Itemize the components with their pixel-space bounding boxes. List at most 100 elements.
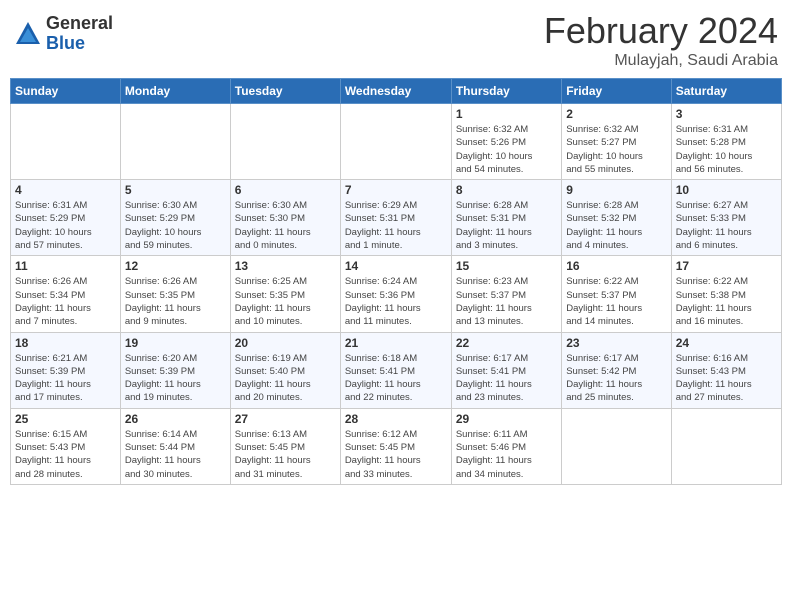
calendar-cell: 6 Sunrise: 6:30 AM Sunset: 5:30 PM Daylig… bbox=[230, 180, 340, 256]
day-number: 22 bbox=[456, 336, 557, 350]
calendar-cell: 18Sunrise: 6:21 AM Sunset: 5:39 PM Dayli… bbox=[11, 332, 121, 408]
calendar-cell: 9 Sunrise: 6:28 AM Sunset: 5:32 PM Daylig… bbox=[562, 180, 671, 256]
calendar-week-row: 11 Sunrise: 6:26 AM Sunset: 5:34 PM Dayli… bbox=[11, 256, 782, 332]
logo-icon bbox=[14, 20, 42, 48]
weekday-header-tuesday: Tuesday bbox=[230, 79, 340, 104]
calendar-cell: 12 Sunrise: 6:26 AM Sunset: 5:35 PM Dayli… bbox=[120, 256, 230, 332]
calendar-cell: 8 Sunrise: 6:28 AM Sunset: 5:31 PM Daylig… bbox=[451, 180, 561, 256]
day-number: 29 bbox=[456, 412, 557, 426]
day-number: 8 bbox=[456, 183, 557, 197]
day-info: Sunrise: 6:26 AM Sunset: 5:34 PM Dayligh… bbox=[15, 275, 116, 328]
calendar-cell: 19 Sunrise: 6:20 AM Sunset: 5:39 PM Dayli… bbox=[120, 332, 230, 408]
day-number: 20 bbox=[235, 336, 336, 350]
calendar-week-row: 25 Sunrise: 6:15 AM Sunset: 5:43 PM Dayli… bbox=[11, 408, 782, 484]
day-info: Sunrise: 6:21 AM Sunset: 5:39 PM Dayligh… bbox=[15, 352, 116, 405]
calendar-cell: 23 Sunrise: 6:17 AM Sunset: 5:42 PM Dayli… bbox=[562, 332, 671, 408]
day-info: Sunrise: 6:24 AM Sunset: 5:36 PM Dayligh… bbox=[345, 275, 447, 328]
day-number: 27 bbox=[235, 412, 336, 426]
calendar-cell: 21 Sunrise: 6:18 AM Sunset: 5:41 PM Dayli… bbox=[340, 332, 451, 408]
calendar-cell: 17 Sunrise: 6:22 AM Sunset: 5:38 PM Dayli… bbox=[671, 256, 781, 332]
weekday-header-thursday: Thursday bbox=[451, 79, 561, 104]
logo-general: General bbox=[46, 14, 113, 34]
day-info: Sunrise: 6:22 AM Sunset: 5:38 PM Dayligh… bbox=[676, 275, 777, 328]
day-info: Sunrise: 6:17 AM Sunset: 5:41 PM Dayligh… bbox=[456, 352, 557, 405]
day-info: Sunrise: 6:16 AM Sunset: 5:43 PM Dayligh… bbox=[676, 352, 777, 405]
day-info: Sunrise: 6:14 AM Sunset: 5:44 PM Dayligh… bbox=[125, 428, 226, 481]
day-info: Sunrise: 6:26 AM Sunset: 5:35 PM Dayligh… bbox=[125, 275, 226, 328]
day-number: 16 bbox=[566, 259, 666, 273]
day-number: 11 bbox=[15, 259, 116, 273]
day-info: Sunrise: 6:28 AM Sunset: 5:32 PM Dayligh… bbox=[566, 199, 666, 252]
title-block: February 2024 Mulayjah, Saudi Arabia bbox=[544, 10, 778, 70]
calendar-cell: 16 Sunrise: 6:22 AM Sunset: 5:37 PM Dayli… bbox=[562, 256, 671, 332]
day-number: 19 bbox=[125, 336, 226, 350]
calendar-cell bbox=[11, 104, 121, 180]
weekday-header-friday: Friday bbox=[562, 79, 671, 104]
day-info: Sunrise: 6:30 AM Sunset: 5:29 PM Dayligh… bbox=[125, 199, 226, 252]
day-number: 9 bbox=[566, 183, 666, 197]
day-info: Sunrise: 6:22 AM Sunset: 5:37 PM Dayligh… bbox=[566, 275, 666, 328]
calendar-cell: 26 Sunrise: 6:14 AM Sunset: 5:44 PM Dayli… bbox=[120, 408, 230, 484]
calendar-week-row: 4 Sunrise: 6:31 AM Sunset: 5:29 PM Daylig… bbox=[11, 180, 782, 256]
calendar-cell: 27 Sunrise: 6:13 AM Sunset: 5:45 PM Dayli… bbox=[230, 408, 340, 484]
day-number: 12 bbox=[125, 259, 226, 273]
calendar-cell: 29 Sunrise: 6:11 AM Sunset: 5:46 PM Dayli… bbox=[451, 408, 561, 484]
weekday-header-monday: Monday bbox=[120, 79, 230, 104]
day-number: 23 bbox=[566, 336, 666, 350]
day-number: 5 bbox=[125, 183, 226, 197]
day-number: 21 bbox=[345, 336, 447, 350]
calendar-cell: 20 Sunrise: 6:19 AM Sunset: 5:40 PM Dayli… bbox=[230, 332, 340, 408]
calendar-cell bbox=[671, 408, 781, 484]
day-info: Sunrise: 6:13 AM Sunset: 5:45 PM Dayligh… bbox=[235, 428, 336, 481]
calendar-cell: 4 Sunrise: 6:31 AM Sunset: 5:29 PM Daylig… bbox=[11, 180, 121, 256]
day-info: Sunrise: 6:29 AM Sunset: 5:31 PM Dayligh… bbox=[345, 199, 447, 252]
day-number: 25 bbox=[15, 412, 116, 426]
day-number: 26 bbox=[125, 412, 226, 426]
day-info: Sunrise: 6:25 AM Sunset: 5:35 PM Dayligh… bbox=[235, 275, 336, 328]
day-number: 17 bbox=[676, 259, 777, 273]
calendar-table: SundayMondayTuesdayWednesdayThursdayFrid… bbox=[10, 78, 782, 485]
day-info: Sunrise: 6:19 AM Sunset: 5:40 PM Dayligh… bbox=[235, 352, 336, 405]
calendar-cell: 14Sunrise: 6:24 AM Sunset: 5:36 PM Dayli… bbox=[340, 256, 451, 332]
calendar-cell: 1Sunrise: 6:32 AM Sunset: 5:26 PM Daylig… bbox=[451, 104, 561, 180]
calendar-cell bbox=[340, 104, 451, 180]
calendar-week-row: 1Sunrise: 6:32 AM Sunset: 5:26 PM Daylig… bbox=[11, 104, 782, 180]
day-info: Sunrise: 6:17 AM Sunset: 5:42 PM Dayligh… bbox=[566, 352, 666, 405]
day-info: Sunrise: 6:11 AM Sunset: 5:46 PM Dayligh… bbox=[456, 428, 557, 481]
day-number: 24 bbox=[676, 336, 777, 350]
calendar-cell bbox=[562, 408, 671, 484]
day-info: Sunrise: 6:20 AM Sunset: 5:39 PM Dayligh… bbox=[125, 352, 226, 405]
day-info: Sunrise: 6:31 AM Sunset: 5:29 PM Dayligh… bbox=[15, 199, 116, 252]
day-info: Sunrise: 6:15 AM Sunset: 5:43 PM Dayligh… bbox=[15, 428, 116, 481]
day-number: 10 bbox=[676, 183, 777, 197]
calendar-cell bbox=[230, 104, 340, 180]
day-info: Sunrise: 6:32 AM Sunset: 5:26 PM Dayligh… bbox=[456, 123, 557, 176]
calendar-cell: 24 Sunrise: 6:16 AM Sunset: 5:43 PM Dayli… bbox=[671, 332, 781, 408]
calendar-cell: 5 Sunrise: 6:30 AM Sunset: 5:29 PM Daylig… bbox=[120, 180, 230, 256]
day-number: 13 bbox=[235, 259, 336, 273]
day-info: Sunrise: 6:28 AM Sunset: 5:31 PM Dayligh… bbox=[456, 199, 557, 252]
calendar-cell: 3Sunrise: 6:31 AM Sunset: 5:28 PM Daylig… bbox=[671, 104, 781, 180]
calendar-cell: 2Sunrise: 6:32 AM Sunset: 5:27 PM Daylig… bbox=[562, 104, 671, 180]
calendar-cell: 7Sunrise: 6:29 AM Sunset: 5:31 PM Daylig… bbox=[340, 180, 451, 256]
day-number: 28 bbox=[345, 412, 447, 426]
calendar-cell: 11 Sunrise: 6:26 AM Sunset: 5:34 PM Dayli… bbox=[11, 256, 121, 332]
page-header: General Blue February 2024 Mulayjah, Sau… bbox=[10, 10, 782, 70]
calendar-cell: 28Sunrise: 6:12 AM Sunset: 5:45 PM Dayli… bbox=[340, 408, 451, 484]
day-info: Sunrise: 6:27 AM Sunset: 5:33 PM Dayligh… bbox=[676, 199, 777, 252]
day-info: Sunrise: 6:18 AM Sunset: 5:41 PM Dayligh… bbox=[345, 352, 447, 405]
calendar-cell: 15 Sunrise: 6:23 AM Sunset: 5:37 PM Dayli… bbox=[451, 256, 561, 332]
calendar-week-row: 18Sunrise: 6:21 AM Sunset: 5:39 PM Dayli… bbox=[11, 332, 782, 408]
weekday-header-sunday: Sunday bbox=[11, 79, 121, 104]
day-info: Sunrise: 6:32 AM Sunset: 5:27 PM Dayligh… bbox=[566, 123, 666, 176]
day-info: Sunrise: 6:23 AM Sunset: 5:37 PM Dayligh… bbox=[456, 275, 557, 328]
calendar-cell: 22 Sunrise: 6:17 AM Sunset: 5:41 PM Dayli… bbox=[451, 332, 561, 408]
day-number: 4 bbox=[15, 183, 116, 197]
weekday-header-row: SundayMondayTuesdayWednesdayThursdayFrid… bbox=[11, 79, 782, 104]
day-info: Sunrise: 6:30 AM Sunset: 5:30 PM Dayligh… bbox=[235, 199, 336, 252]
day-number: 6 bbox=[235, 183, 336, 197]
logo: General Blue bbox=[14, 14, 113, 54]
day-number: 15 bbox=[456, 259, 557, 273]
weekday-header-wednesday: Wednesday bbox=[340, 79, 451, 104]
location-title: Mulayjah, Saudi Arabia bbox=[544, 52, 778, 70]
